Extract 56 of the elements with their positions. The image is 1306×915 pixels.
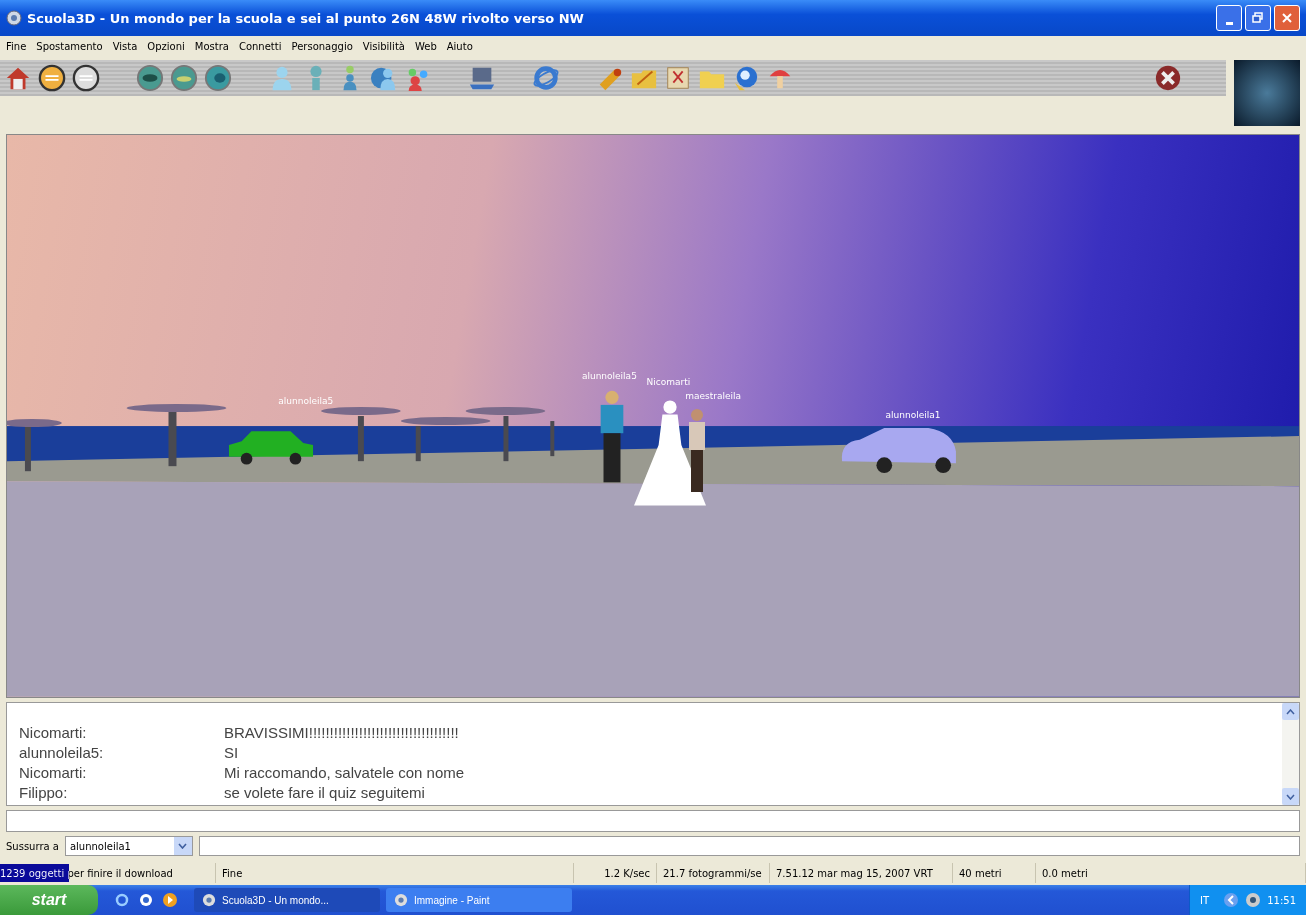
menu-item[interactable]: Web — [414, 40, 437, 52]
menu-item[interactable]: Fine — [6, 40, 27, 52]
eye-icon[interactable] — [136, 64, 164, 92]
app-icon — [6, 10, 22, 26]
status-text: 40 metri — [959, 867, 1002, 879]
restore-button[interactable] — [1245, 5, 1271, 31]
chat-sender: Filippo: — [19, 783, 69, 803]
caret-down-icon — [178, 843, 188, 849]
name-tag: alunnoleila1 — [885, 410, 941, 421]
taskbar-button[interactable]: Scuola3D - Un mondo... — [194, 888, 380, 912]
menu-item[interactable]: Spostamento — [36, 40, 103, 52]
name-tag: maestraleila — [685, 390, 742, 401]
menu-item[interactable]: Connetti — [238, 40, 282, 52]
whisper-label: Sussurra a — [6, 840, 59, 852]
restore-icon — [1252, 12, 1264, 24]
chat-sender: alunnoleila5: — [19, 743, 105, 763]
window-title: Scuola3D - Un mondo per la scuola e sei al punto 26N 48W rivolto verso NW — [27, 10, 584, 26]
eye-icon[interactable] — [204, 64, 232, 92]
chat-sender: Nicomarti: — [19, 763, 88, 783]
chat-input-field[interactable] — [6, 810, 1300, 832]
name-tag: alunnoleila5 — [581, 371, 637, 382]
name-tag: alunnoleila5 — [278, 396, 334, 407]
recipient-dropdown[interactable]: alunnoleila1 — [64, 836, 193, 856]
chat-message: BRAVISSIMI!!!!!!!!!!!!!!!!!!!!!!!!!!!!!!!!!!!! — [224, 723, 459, 743]
minimize-button[interactable] — [1216, 5, 1242, 31]
status-text: 21.7 fotogrammi/se — [663, 867, 762, 879]
caret-down-icon[interactable] — [1286, 793, 1295, 800]
menu-item[interactable]: Mostra — [194, 40, 229, 52]
app-icon — [202, 893, 216, 907]
clock: 11:51 — [1267, 894, 1296, 906]
menu-item[interactable]: Aiuto — [446, 40, 473, 52]
close-icon — [1281, 12, 1293, 24]
status-text: 0.0 metri — [1042, 867, 1088, 879]
status-text: Fine — [222, 867, 243, 879]
chat-message: SI — [224, 743, 239, 763]
minimize-icon — [1225, 21, 1233, 25]
taskbar-button[interactable]: Immagine - Paint — [386, 888, 572, 912]
chat-message: se volete fare il quiz seguitemi — [224, 783, 425, 803]
close-button[interactable] — [1274, 5, 1300, 31]
menu-item[interactable]: Vista — [112, 40, 138, 52]
menu-item[interactable]: Visibilità — [362, 40, 405, 52]
eye-icon[interactable] — [170, 64, 198, 92]
logo-image — [1234, 60, 1300, 126]
whisper-input-field[interactable] — [198, 836, 1300, 856]
caret-up-icon[interactable] — [1286, 708, 1295, 715]
menu-item[interactable]: Personaggio — [291, 40, 353, 52]
app-icon — [394, 893, 408, 907]
status-text: 7.51.12 mar mag 15, 2007 VRT — [776, 867, 933, 879]
close-icon[interactable] — [1154, 64, 1182, 92]
scrollbar[interactable] — [1282, 703, 1299, 805]
menu-item[interactable]: Opzioni — [147, 40, 185, 52]
chat-message: Mi raccomando, salvatele con nome — [224, 763, 465, 783]
media-player-icon[interactable] — [162, 892, 178, 908]
chat-sender: Nicomarti: — [19, 723, 88, 743]
status-text: 1.2 K/sec — [604, 867, 650, 879]
name-tag: Nicomarti — [646, 376, 691, 387]
